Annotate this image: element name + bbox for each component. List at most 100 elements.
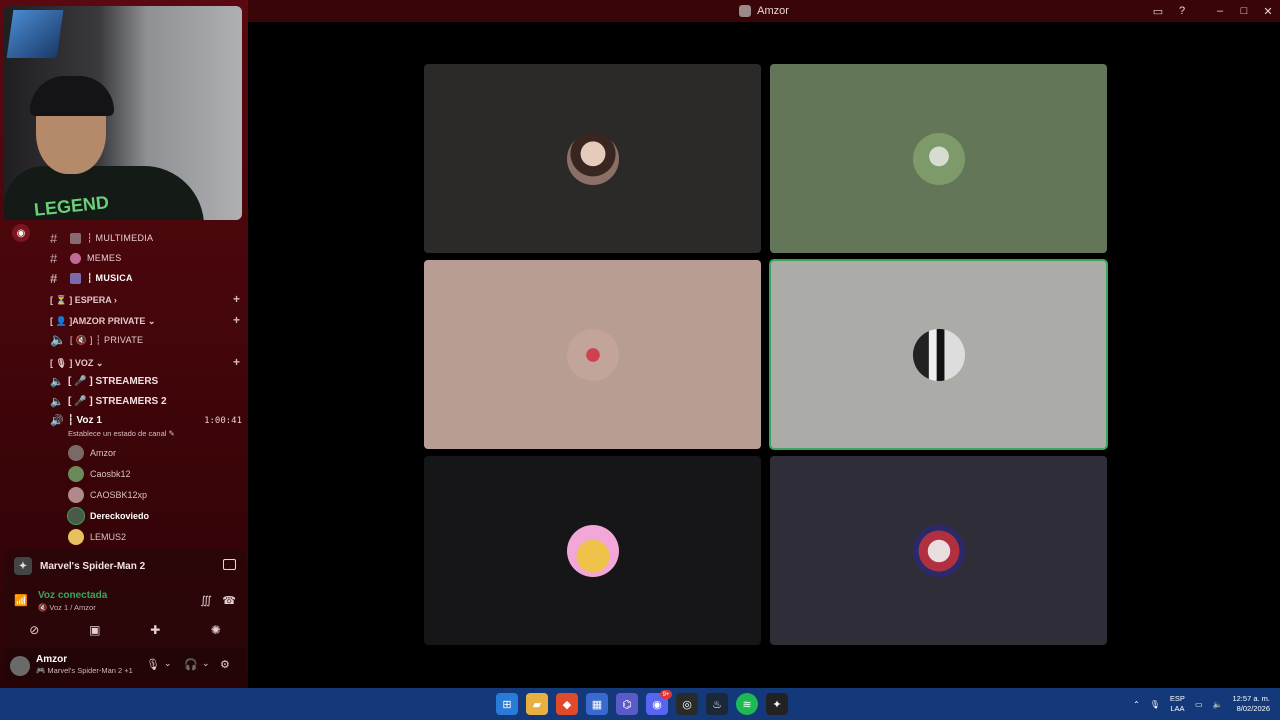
network-icon[interactable]: ▭ (1195, 700, 1203, 709)
add-channel-icon[interactable]: + (233, 355, 240, 369)
user-status: 🎮 Marvel's Spider-Man 2 +1 (36, 666, 133, 675)
participant-tile[interactable] (424, 64, 761, 253)
voice-timer: 1:00:41 (204, 416, 242, 426)
activities-icon[interactable]: ✚ (141, 620, 169, 640)
user-name[interactable]: Amzor (36, 654, 67, 665)
disconnect-icon[interactable]: ☎ (222, 594, 236, 607)
app-icon (739, 5, 752, 17)
gear-icon[interactable]: ⚙ (220, 658, 230, 671)
voice-member[interactable]: Amzor (68, 444, 116, 462)
hash-icon: # (50, 250, 58, 266)
window-title: Amzor (757, 5, 789, 17)
voice-member[interactable]: Dereckoviedo (67, 507, 149, 525)
folder-icon (70, 232, 81, 244)
minimize-icon[interactable]: – (1208, 0, 1232, 22)
microphone-tray-icon[interactable]: 🎙 (1150, 700, 1160, 709)
clock-date: 8/02/2026 (1236, 704, 1270, 713)
voice-member[interactable]: LEMUS2 (68, 528, 126, 546)
hash-icon: # (50, 270, 58, 286)
chevron-down-icon[interactable]: ⌄ (202, 658, 210, 669)
category-espera[interactable]: [ ⏳ ] ESPERA › + (50, 292, 240, 308)
keyboard-layout: LAA (1170, 704, 1185, 713)
sidebar: LEGEND ◉ # ┆ MULTIMEDIA # MEMES # ┆ MUSI… (0, 0, 248, 688)
start-icon[interactable]: ⊞ (496, 693, 518, 715)
member-name: LEMUS2 (90, 532, 127, 542)
camera-off-icon[interactable]: ⊘ (20, 620, 48, 640)
input-language[interactable]: ESP LAA (1170, 694, 1185, 714)
voice-member[interactable]: CAOSBK12xp (68, 486, 147, 504)
channel-multimedia[interactable]: # ┆ MULTIMEDIA (50, 229, 153, 247)
voice-channel-voz-1[interactable]: 🔊 ┆ Voz 1 1:00:41 Establece un estado de… (50, 414, 242, 442)
obs-icon[interactable]: ◎ (676, 693, 698, 715)
avatar (68, 487, 84, 503)
volume-icon[interactable]: 🔈 (1213, 700, 1223, 709)
activity-card[interactable]: ✦ Marvel's Spider-Man 2 (4, 550, 246, 582)
channel-label: ┆ MUSICA (87, 272, 133, 283)
speaker-icon: 🔈 (50, 375, 64, 388)
add-channel-icon[interactable]: + (233, 313, 240, 327)
voice-connection-panel: 📶 Voz conectada 🔇 Voz 1 / Amzor ∭ ☎ ⊘ ▣ … (4, 584, 246, 646)
avatar (68, 445, 84, 461)
server-icon[interactable]: ◉ (12, 224, 30, 242)
language-code: ESP (1169, 694, 1185, 703)
screen-share-icon[interactable] (223, 559, 236, 570)
game-controller-icon[interactable]: ⌬ (616, 693, 638, 715)
channel-status-prompt[interactable]: Establece un estado de canal ✎ (68, 429, 175, 438)
window-controls: ▭ ? – □ ✕ (1146, 0, 1280, 22)
spotify-icon[interactable]: ≋ (736, 693, 758, 715)
inbox-icon[interactable]: ▭ (1146, 0, 1170, 22)
share-screen-icon[interactable]: ▣ (81, 620, 109, 640)
chevron-up-icon[interactable]: ⌃ (1133, 700, 1140, 709)
avatar (68, 466, 84, 482)
microphone-icon[interactable]: 🎙 (146, 658, 160, 671)
store-icon[interactable]: ▦ (586, 693, 608, 715)
soundboard-icon[interactable]: ✺ (202, 620, 230, 640)
user-panel: Amzor 🎮 Marvel's Spider-Man 2 +1 🎙 ⌄ 🎧 ⌄… (4, 648, 246, 684)
participant-tile[interactable] (424, 456, 761, 645)
speaker-lock-icon: 🔈 (50, 332, 67, 347)
avatar (67, 507, 85, 525)
voice-connected-title[interactable]: Voz conectada (38, 590, 107, 601)
maximize-icon[interactable]: □ (1232, 0, 1256, 22)
chevron-down-icon[interactable]: ⌄ (164, 658, 172, 669)
category-voz[interactable]: [ 🎙 ] VOZ ⌄ + (50, 355, 240, 371)
channel-musica[interactable]: # ┆ MUSICA (50, 269, 133, 287)
webcam-overlay: LEGEND (4, 6, 242, 220)
brave-browser-icon[interactable]: ◆ (556, 693, 578, 715)
participant-tile[interactable] (424, 260, 761, 449)
category-private[interactable]: [ 👤 ]AMZOR PRIVATE ⌄ + (50, 313, 240, 329)
file-explorer-icon[interactable]: ▰ (526, 693, 548, 715)
avatar (566, 524, 619, 577)
voice-stage-grid (424, 64, 1108, 646)
channel-memes[interactable]: # MEMES (50, 249, 122, 267)
voice-channel-streamers-2[interactable]: 🔈 [ 🎤 ] STREAMERS 2 (50, 392, 167, 410)
title-bar: Amzor ▭ ? – □ ✕ (248, 0, 1280, 22)
close-icon[interactable]: ✕ (1256, 0, 1280, 22)
discord-icon[interactable]: ◉ 9+ (646, 690, 672, 715)
add-channel-icon[interactable]: + (233, 292, 240, 306)
help-icon[interactable]: ? (1170, 0, 1194, 22)
steam-icon[interactable]: ♨ (706, 693, 728, 715)
channel-private[interactable]: 🔈 [ 🔇 ] ┆ PRIVATE (50, 331, 143, 349)
voice-member[interactable]: Caosbk12 (68, 465, 131, 483)
clock[interactable]: 12:57 a. m. 8/02/2026 (1232, 694, 1270, 714)
participant-tile-speaking[interactable] (769, 259, 1108, 450)
webcam-cap (30, 76, 114, 116)
member-name: CAOSBK12xp (90, 490, 148, 500)
noise-suppression-icon[interactable]: ∭ (200, 594, 212, 607)
participant-tile[interactable] (770, 64, 1107, 253)
voice-connected-subtitle[interactable]: 🔇 Voz 1 / Amzor (38, 603, 96, 612)
spider-man-icon[interactable]: ✦ (766, 693, 788, 715)
participant-tile[interactable] (770, 456, 1107, 645)
signal-icon[interactable]: 📶 (14, 594, 28, 607)
voice-action-buttons: ⊘ ▣ ✚ ✺ (4, 620, 246, 642)
avatar (566, 328, 619, 381)
taskbar-apps: ⊞ ▰ ◆ ▦ ⌬ ◉ 9+ ◎ ♨ ≋ ✦ (496, 688, 788, 720)
avatar (912, 328, 965, 381)
app-window: LEGEND ◉ # ┆ MULTIMEDIA # MEMES # ┆ MUSI… (0, 0, 1280, 720)
game-title: Marvel's Spider-Man 2 (40, 560, 146, 572)
headphones-icon[interactable]: 🎧 (184, 658, 198, 671)
avatar[interactable] (10, 656, 30, 676)
voice-channel-streamers[interactable]: 🔈 [ 🎤 ] STREAMERS (50, 372, 158, 390)
